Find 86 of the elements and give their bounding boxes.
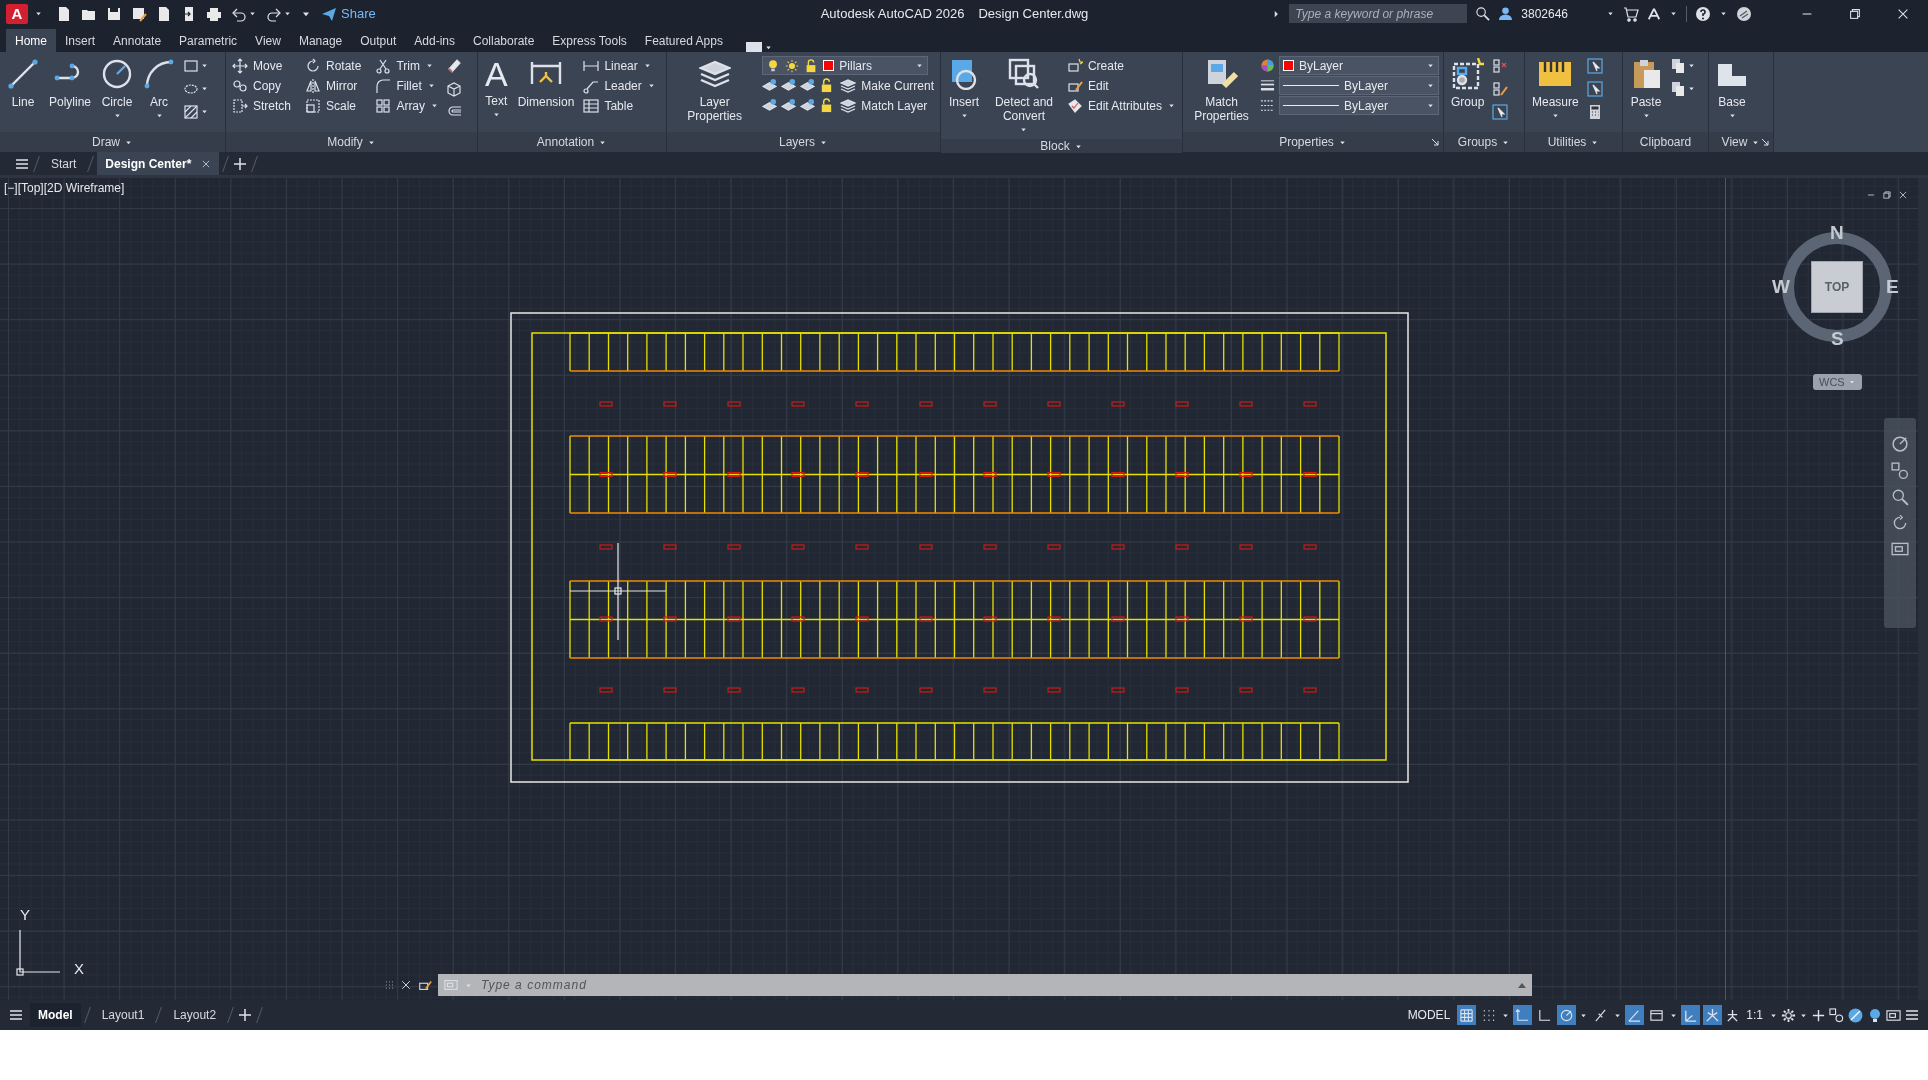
tool-button[interactable]: Edit Attributes — [1064, 96, 1178, 115]
layer-dropdown[interactable]: Pillars — [762, 56, 929, 75]
panel-title: View — [1721, 135, 1748, 149]
ribbon-tab[interactable]: Insert — [56, 29, 105, 52]
panel-title-bar[interactable]: View — [1709, 132, 1773, 152]
layout-tab[interactable]: Layout2 — [165, 1003, 225, 1027]
panel-title: Properties — [1279, 135, 1334, 149]
property-dropdown[interactable]: ByLayer — [1279, 96, 1439, 115]
panel-title-bar[interactable]: Clipboard — [1623, 132, 1708, 152]
panel-title: Draw — [92, 135, 120, 149]
panel-title-bar[interactable]: Groups — [1444, 132, 1524, 152]
ribbon-tab[interactable]: Add-ins — [405, 29, 464, 52]
ribbon-tab[interactable]: Collaborate — [464, 29, 544, 52]
tool-button[interactable]: Linear — [581, 56, 658, 75]
app-title: Autodesk AutoCAD 2026 — [820, 6, 965, 21]
panel-title-bar[interactable]: Properties — [1183, 132, 1443, 152]
tool-button[interactable]: Trim — [373, 56, 442, 75]
tool-button[interactable]: Group — [1448, 56, 1488, 111]
panel-title-bar[interactable]: Utilities — [1525, 132, 1622, 152]
tool-button[interactable]: Line — [4, 56, 42, 111]
tool-button[interactable]: Rotate — [303, 56, 364, 75]
property-dropdown[interactable]: ByLayer — [1279, 56, 1439, 75]
panel-title: Block — [1040, 139, 1070, 153]
tool-button[interactable]: Fillet — [373, 76, 442, 95]
panel-title-bar[interactable]: Modify — [226, 132, 477, 152]
file-tab[interactable]: Start — [43, 152, 85, 175]
share-button[interactable]: Share — [319, 5, 378, 22]
file-tab[interactable]: Design Center* — [97, 152, 220, 175]
ribbon-tab[interactable]: Output — [351, 29, 406, 52]
panel-title: Groups — [1457, 135, 1498, 149]
tool-button[interactable]: Stretch — [230, 96, 293, 115]
tool-button[interactable]: Base — [1713, 56, 1751, 125]
layout-tab[interactable]: Model — [30, 1003, 81, 1027]
panel-title: Clipboard — [1639, 135, 1692, 149]
tool-button[interactable]: Create — [1064, 56, 1178, 75]
tool-button[interactable]: Detect and Convert — [987, 56, 1061, 139]
ribbon-tab[interactable]: Express Tools — [543, 29, 636, 52]
tool-button[interactable]: Arc — [140, 56, 179, 125]
tool-button[interactable]: Table — [581, 96, 658, 115]
tool-button[interactable]: Dimension — [514, 56, 578, 111]
panel-title-bar[interactable]: Draw — [0, 132, 225, 152]
panel-title-bar[interactable]: Layers — [667, 132, 940, 152]
tool-button[interactable]: Array — [373, 96, 442, 115]
model-space-toggle[interactable]: MODEL — [1403, 1008, 1455, 1022]
annotation-scale[interactable]: 1:1 — [1743, 1008, 1766, 1022]
tool-button[interactable]: Leader — [581, 76, 658, 95]
ribbon-tab[interactable]: Manage — [289, 29, 352, 52]
viewport-controls-label[interactable]: [−][Top][2D Wireframe] — [4, 181, 125, 195]
tool-button[interactable]: A Text — [482, 56, 511, 124]
layout-tab[interactable]: Layout1 — [93, 1003, 153, 1027]
tool-button[interactable]: Circle — [98, 56, 137, 125]
tool-button[interactable]: Layer Properties — [671, 56, 759, 125]
x-axis-label: X — [74, 960, 84, 977]
tool-button[interactable]: Polyline — [46, 56, 95, 111]
panel-title-bar[interactable]: Annotation — [478, 132, 666, 152]
property-dropdown[interactable]: ByLayer — [1279, 76, 1439, 95]
command-input[interactable]: Type a command — [479, 977, 1512, 993]
panel-title: Utilities — [1547, 135, 1587, 149]
tool-button[interactable]: Move — [230, 56, 293, 75]
tool-button[interactable]: Make Current — [838, 76, 936, 95]
panel-title: Annotation — [536, 135, 595, 149]
tool-button[interactable]: Edit — [1064, 76, 1178, 95]
tool-button[interactable]: Insert — [945, 56, 983, 125]
tool-button[interactable]: Copy — [230, 76, 293, 95]
tool-button[interactable]: Mirror — [303, 76, 364, 95]
compass-letter[interactable]: E — [1886, 276, 1899, 298]
app-logo[interactable]: A — [6, 3, 28, 24]
compass-letter[interactable]: W — [1772, 276, 1790, 298]
ribbon-tab[interactable]: Parametric — [170, 29, 247, 52]
panel-title-bar[interactable]: Block — [941, 139, 1182, 153]
viewcube-face[interactable]: TOP — [1811, 261, 1863, 313]
y-axis-label: Y — [20, 906, 30, 923]
panel-title: Modify — [327, 135, 363, 149]
tool-button[interactable]: Match Layer — [838, 96, 930, 115]
tool-button[interactable]: Match Properties — [1187, 56, 1256, 125]
search-field[interactable]: Type a keyword or phrase — [1289, 4, 1468, 23]
ribbon-tab[interactable]: View — [246, 29, 290, 52]
tool-button[interactable]: Scale — [303, 96, 364, 115]
ribbon-tab[interactable]: Annotate — [104, 29, 171, 52]
ribbon-tab[interactable]: Home — [6, 29, 56, 52]
ribbon-tab[interactable]: Featured Apps — [635, 29, 732, 52]
tool-button[interactable]: Measure — [1529, 56, 1582, 125]
tool-button[interactable]: Paste — [1627, 56, 1665, 125]
user-name[interactable]: 3802646 — [1521, 6, 1568, 21]
file-name: Design Center.dwg — [978, 6, 1089, 21]
panel-title: Layers — [779, 135, 815, 149]
